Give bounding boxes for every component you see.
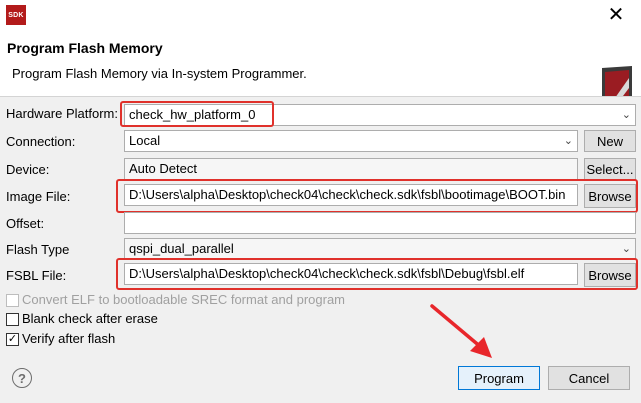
verify-after-flash-label: Verify after flash [22, 331, 116, 346]
help-icon[interactable]: ? [12, 368, 32, 388]
close-icon[interactable]: ✕ [596, 1, 636, 27]
new-connection-button[interactable]: New [584, 130, 636, 152]
blank-check-checkbox[interactable] [6, 313, 19, 326]
chevron-down-icon: ⌄ [621, 243, 631, 255]
device-field: Auto Detect [124, 158, 578, 180]
hardware-platform-label: Hardware Platform: [6, 106, 118, 121]
device-label: Device: [6, 162, 50, 177]
cancel-button[interactable]: Cancel [548, 366, 630, 390]
offset-input[interactable] [124, 212, 636, 234]
connection-label: Connection: [6, 134, 76, 149]
flash-type-combo[interactable]: qspi_dual_parallel ⌄ [124, 238, 636, 260]
chevron-down-icon: ⌄ [621, 109, 631, 121]
connection-value: Local [129, 133, 161, 148]
title-bar: SDK ✕ [0, 0, 641, 30]
dialog-subtitle: Program Flash Memory via In-system Progr… [12, 66, 307, 81]
dialog-header: Program Flash Memory Program Flash Memor… [0, 30, 641, 114]
image-file-label: Image File: [6, 189, 71, 204]
highlight-box-hardware-platform [120, 101, 274, 127]
offset-label: Offset: [6, 216, 45, 231]
highlight-box-fsbl-file [116, 258, 638, 290]
verify-after-flash-checkbox[interactable]: ✓ [6, 333, 19, 346]
flash-type-label: Flash Type [6, 242, 70, 257]
flash-type-value: qspi_dual_parallel [129, 241, 234, 256]
sdk-logo-icon: SDK [6, 5, 26, 25]
convert-elf-label: Convert ELF to bootloadable SREC format … [22, 292, 346, 307]
highlight-box-image-file [116, 179, 638, 213]
connection-combo[interactable]: Local ⌄ [124, 130, 578, 152]
select-device-button[interactable]: Select... [584, 158, 636, 180]
dialog-title: Program Flash Memory [7, 40, 163, 56]
annotation-arrow-icon [430, 304, 492, 358]
chevron-down-icon: ⌄ [563, 135, 573, 147]
convert-elf-checkbox[interactable] [6, 294, 19, 307]
program-button[interactable]: Program [458, 366, 540, 390]
blank-check-label: Blank check after erase [22, 311, 158, 326]
fsbl-file-label: FSBL File: [6, 268, 67, 283]
